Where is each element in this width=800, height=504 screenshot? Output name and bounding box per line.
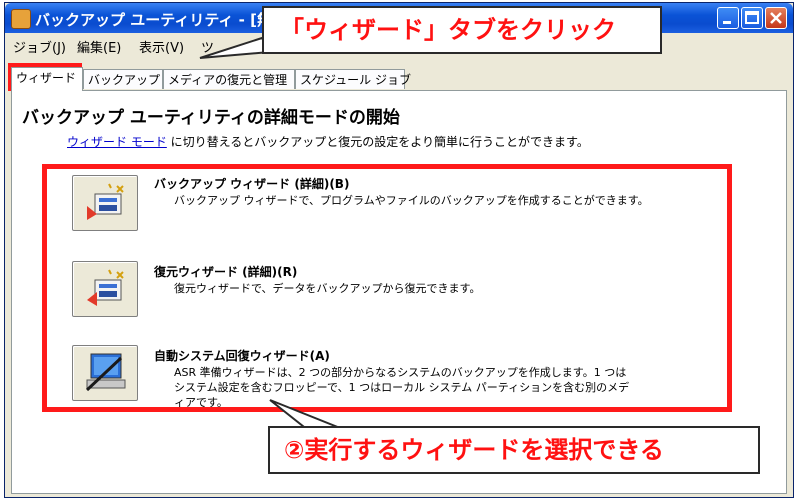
wizard-mode-link[interactable]: ウィザード モード xyxy=(67,135,167,149)
intro-text: ウィザード モード に切り替えるとバックアップと復元の設定をより簡単に行うことが… xyxy=(67,133,589,150)
panel-heading: バックアップ ユーティリティの詳細モードの開始 xyxy=(22,108,400,128)
wizard-list-highlight xyxy=(42,164,732,412)
close-button[interactable] xyxy=(765,7,787,29)
minimize-icon xyxy=(723,21,731,24)
menu-tools[interactable]: ツ xyxy=(201,37,214,56)
menu-job[interactable]: ジョブ(J) xyxy=(13,37,66,56)
tab-wizard[interactable]: ウィザード xyxy=(11,67,83,91)
backup-app-icon xyxy=(11,9,31,29)
maximize-icon xyxy=(745,11,759,24)
bottom-callout: ②実行するウィザードを選択できる xyxy=(268,426,760,474)
tab-restore-manage[interactable]: メディアの復元と管理 xyxy=(163,69,295,89)
maximize-button[interactable] xyxy=(741,7,763,29)
window-title: バックアップ ユーティリティ - [無題] xyxy=(35,11,294,29)
tab-scheduled-jobs[interactable]: スケジュール ジョブ xyxy=(295,69,411,89)
menu-view[interactable]: 表示(V) xyxy=(139,37,184,56)
close-icon xyxy=(770,12,782,24)
menu-edit[interactable]: 編集(E) xyxy=(77,37,121,56)
intro-sentence: に切り替えるとバックアップと復元の設定をより簡単に行うことができます。 xyxy=(166,135,589,149)
tab-backup[interactable]: バックアップ xyxy=(83,69,163,89)
minimize-button[interactable] xyxy=(717,7,739,29)
top-callout: 「ウィザード」タブをクリック xyxy=(262,6,662,54)
